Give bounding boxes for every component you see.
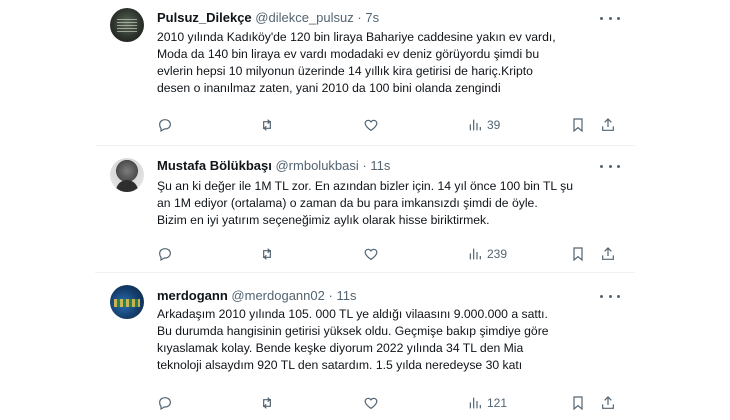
reply-icon [159, 397, 171, 411]
more-icon[interactable] [600, 290, 620, 302]
tweet-3[interactable]: merdogann @merdogann02 · 11s Arkadaşım 2… [0, 273, 730, 420]
like-button[interactable] [363, 393, 379, 413]
separator-dot: · [362, 158, 367, 173]
like-button[interactable] [363, 115, 379, 135]
tweet-text-line: Şu an ki değer ile 1M TL zor. En azından… [157, 179, 573, 193]
views-button[interactable]: 239 [467, 244, 507, 264]
bookmark-icon [573, 118, 583, 133]
bookmark-button[interactable] [570, 115, 586, 135]
avatar[interactable] [110, 285, 144, 319]
views-button[interactable]: 39 [467, 115, 500, 135]
tweet-header: merdogann @merdogann02 · 11s [157, 288, 356, 303]
views-button[interactable]: 121 [467, 393, 507, 413]
separator-dot: · [328, 288, 333, 303]
author-name[interactable]: Mustafa Bölükbaşı [157, 158, 272, 173]
tweet-text-line: desen o inanılmaz zaten, yani 2010 da 10… [157, 81, 501, 95]
retweet-icon [263, 248, 271, 260]
tweet-text: 2010 yılında Kadıköy'de 120 bin liraya B… [157, 29, 627, 97]
analytics-icon [469, 397, 481, 409]
reply-button[interactable] [157, 244, 173, 264]
avatar[interactable] [110, 8, 144, 42]
bookmark-button[interactable] [570, 244, 586, 264]
author-name[interactable]: merdogann [157, 288, 228, 303]
bookmark-button[interactable] [570, 393, 586, 413]
like-button[interactable] [363, 244, 379, 264]
retweet-icon [263, 119, 271, 131]
analytics-icon [469, 119, 481, 131]
timestamp[interactable]: 7s [365, 10, 379, 25]
more-icon[interactable] [600, 12, 620, 24]
heart-icon [364, 248, 378, 261]
avatar[interactable] [110, 158, 144, 192]
reply-button[interactable] [157, 393, 173, 413]
share-button[interactable] [600, 393, 616, 413]
retweet-button[interactable] [259, 115, 275, 135]
share-button[interactable] [600, 244, 616, 264]
tweet-header: Mustafa Bölükbaşı @rmbolukbasi · 11s [157, 158, 390, 173]
share-icon [602, 247, 614, 260]
action-bar: 39 [157, 115, 597, 135]
share-button[interactable] [600, 115, 616, 135]
action-bar: 239 [157, 244, 597, 264]
tweet-text: Şu an ki değer ile 1M TL zor. En azından… [157, 178, 627, 229]
action-bar: 121 [157, 393, 597, 413]
bookmark-icon [573, 247, 583, 262]
tweet-text-line: Moda da 140 bin liraya ev vardı modadaki… [157, 47, 540, 61]
bookmark-icon [573, 396, 583, 411]
author-handle[interactable]: @dilekce_pulsuz [255, 10, 353, 25]
separator-dot: · [357, 10, 362, 25]
heart-icon [364, 397, 378, 410]
views-count: 39 [487, 118, 501, 132]
retweet-button[interactable] [259, 244, 275, 264]
tweet-header: Pulsuz_Dilekçe @dilekce_pulsuz · 7s [157, 10, 379, 25]
retweet-button[interactable] [259, 393, 275, 413]
tweet-text: Arkadaşım 2010 yılında 105. 000 TL ye al… [157, 306, 627, 374]
tweet-text-line: an 1M ediyor (ortalama) o zaman da bu pa… [157, 196, 538, 210]
tweet-2[interactable]: Mustafa Bölükbaşı @rmbolukbasi · 11s Şu … [0, 146, 730, 272]
reply-icon [159, 248, 171, 262]
views-count: 239 [487, 247, 508, 261]
author-handle[interactable]: @merdogann02 [231, 288, 324, 303]
share-icon [602, 118, 614, 131]
timestamp[interactable]: 11s [370, 158, 390, 173]
views-count: 121 [487, 396, 508, 410]
reply-icon [159, 119, 171, 133]
tweet-text-line: Bizim en iyi yatırım seçeneğimiz aylık o… [157, 213, 490, 227]
author-name[interactable]: Pulsuz_Dilekçe [157, 10, 252, 25]
reply-button[interactable] [157, 115, 173, 135]
tweet-text-line: kıyaslamak kolay. Bende keşke diyorum 20… [157, 341, 524, 355]
tweet-text-line: Bu durumda hangisinin getirisi yüksek ol… [157, 324, 549, 338]
tweet-text-line: Arkadaşım 2010 yılında 105. 000 TL ye al… [157, 307, 548, 321]
analytics-icon [469, 248, 481, 260]
heart-icon [364, 119, 378, 132]
tweet-text-line: 2010 yılında Kadıköy'de 120 bin liraya B… [157, 30, 556, 44]
tweet-1[interactable]: Pulsuz_Dilekçe @dilekce_pulsuz · 7s 2010… [0, 0, 730, 148]
tweet-text-line: teknoloji alsaydım 920 TL den satardım. … [157, 358, 523, 372]
timestamp[interactable]: 11s [336, 288, 356, 303]
author-handle[interactable]: @rmbolukbasi [275, 158, 358, 173]
more-icon[interactable] [600, 160, 620, 172]
retweet-icon [263, 397, 271, 409]
tweet-text-line: evlerin hepsi 10 milyonun üzerinde 14 yı… [157, 64, 533, 78]
share-icon [602, 396, 614, 409]
